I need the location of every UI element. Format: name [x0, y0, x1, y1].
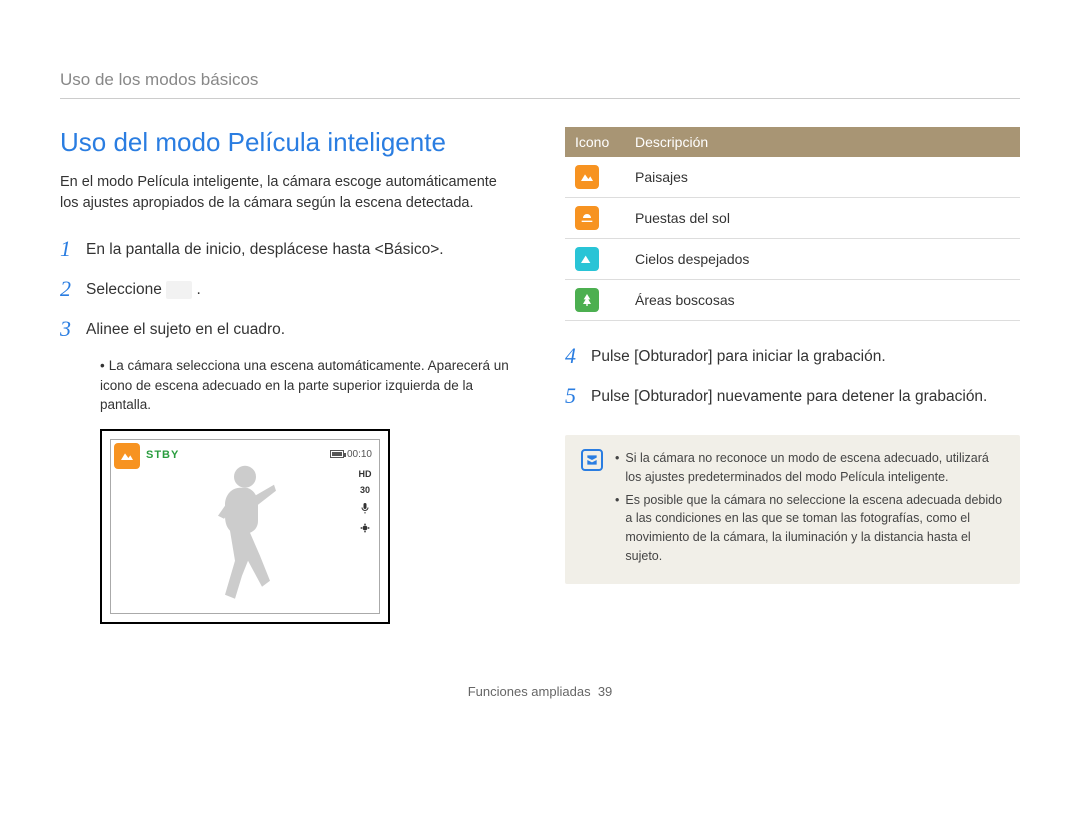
breadcrumb: Uso de los modos básicos	[60, 70, 1020, 99]
intro-text: En el modo Película inteligente, la cáma…	[60, 172, 515, 214]
mode-select-icon	[166, 281, 192, 299]
table-cell-desc: Paisajes	[625, 157, 1020, 198]
scene-icon-table: Icono Descripción Paisajes Puestas del s…	[565, 127, 1020, 321]
stabilization-icon	[358, 521, 372, 535]
subject-silhouette-icon	[200, 461, 290, 606]
sublist-text: La cámara selecciona una escena automáti…	[100, 358, 509, 412]
step-2: 2 Seleccione .	[60, 276, 515, 302]
clear-sky-icon	[575, 247, 599, 271]
bullet-icon: •	[615, 491, 619, 566]
sunset-icon	[575, 206, 599, 230]
footer-label: Funciones ampliadas	[468, 684, 591, 699]
table-row: Paisajes	[565, 157, 1020, 198]
step-1: 1 En la pantalla de inicio, desplácese h…	[60, 236, 515, 262]
note-box: •Si la cámara no reconoce un modo de esc…	[565, 435, 1020, 584]
battery-icon	[330, 450, 344, 458]
table-header-desc: Descripción	[625, 127, 1020, 157]
hd-badge: HD	[359, 469, 372, 479]
step-text: En la pantalla de inicio, desplácese has…	[86, 236, 444, 261]
step-5: 5 Pulse [Obturador] nuevamente para dete…	[565, 383, 1020, 409]
page-title: Uso del modo Película inteligente	[60, 127, 515, 158]
recording-time: 00:10	[330, 449, 372, 460]
step-text: Alinee el sujeto en el cuadro.	[86, 316, 285, 341]
table-row: Cielos despejados	[565, 239, 1020, 280]
step-text: Pulse [Obturador] nuevamente para detene…	[591, 383, 987, 408]
page-footer: Funciones ampliadas 39	[60, 684, 1020, 699]
step-text: Pulse [Obturador] para iniciar la grabac…	[591, 343, 886, 368]
table-header-icon: Icono	[565, 127, 625, 157]
note-info-icon	[581, 449, 603, 471]
step-3-sublist: •La cámara selecciona una escena automát…	[100, 356, 515, 415]
stby-label: STBY	[146, 449, 179, 461]
footer-page-number: 39	[598, 684, 612, 699]
time-value: 00:10	[347, 449, 372, 460]
step-number: 5	[565, 383, 591, 409]
table-cell-desc: Puestas del sol	[625, 198, 1020, 239]
table-row: Puestas del sol	[565, 198, 1020, 239]
table-row: Áreas boscosas	[565, 280, 1020, 321]
mic-icon	[358, 501, 372, 515]
preview-right-indicators: HD 30	[358, 469, 372, 535]
bullet-icon: •	[615, 449, 619, 487]
step-text: Seleccione .	[86, 276, 201, 301]
step-number: 2	[60, 276, 86, 302]
note-text: Es posible que la cámara no seleccione l…	[625, 491, 1004, 566]
table-cell-desc: Áreas boscosas	[625, 280, 1020, 321]
bullet-icon: •	[100, 358, 105, 373]
note-content: •Si la cámara no reconoce un modo de esc…	[615, 449, 1004, 570]
landscape-icon	[575, 165, 599, 189]
fps-badge: 30	[360, 485, 370, 495]
forest-icon	[575, 288, 599, 312]
scene-landscape-icon	[114, 443, 140, 469]
step-4: 4 Pulse [Obturador] para iniciar la grab…	[565, 343, 1020, 369]
step-number: 1	[60, 236, 86, 262]
note-text: Si la cámara no reconoce un modo de esce…	[625, 449, 1004, 487]
camera-preview: STBY 00:10 HD 30	[100, 429, 390, 624]
table-cell-desc: Cielos despejados	[625, 239, 1020, 280]
step-number: 3	[60, 316, 86, 342]
step-number: 4	[565, 343, 591, 369]
step-text-label: Seleccione	[86, 281, 166, 298]
step-3: 3 Alinee el sujeto en el cuadro.	[60, 316, 515, 342]
